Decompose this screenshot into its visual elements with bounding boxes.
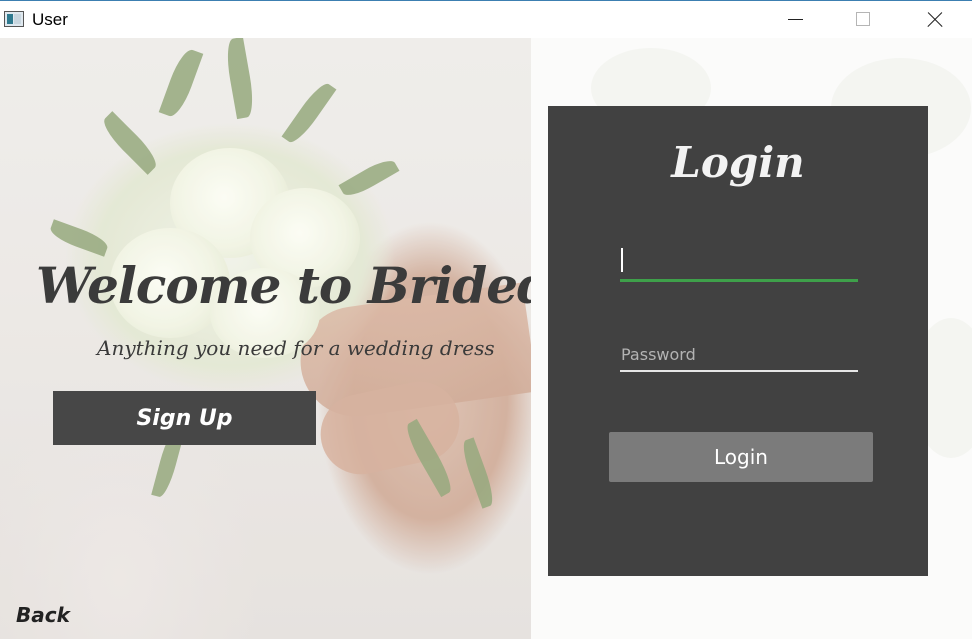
welcome-title: Welcome to Brided xyxy=(36,256,531,315)
username-input[interactable] xyxy=(620,246,858,282)
text-caret xyxy=(621,248,623,272)
welcome-subtitle: Anything you need for a wedding dress xyxy=(97,336,495,360)
login-button[interactable]: Login xyxy=(609,432,873,482)
title-bar: User xyxy=(0,0,972,38)
login-card: Login Login xyxy=(548,106,928,576)
back-link[interactable]: Back xyxy=(16,603,70,627)
signup-button[interactable]: Sign Up xyxy=(53,391,316,445)
minimize-icon[interactable] xyxy=(762,1,828,38)
login-heading: Login xyxy=(671,138,805,187)
password-input[interactable] xyxy=(620,338,858,372)
close-icon[interactable] xyxy=(900,1,966,38)
welcome-panel: Welcome to Brided Anything you need for … xyxy=(0,38,531,639)
maximize-icon[interactable] xyxy=(831,1,897,38)
app-icon xyxy=(4,11,24,27)
window-title: User xyxy=(32,10,68,29)
